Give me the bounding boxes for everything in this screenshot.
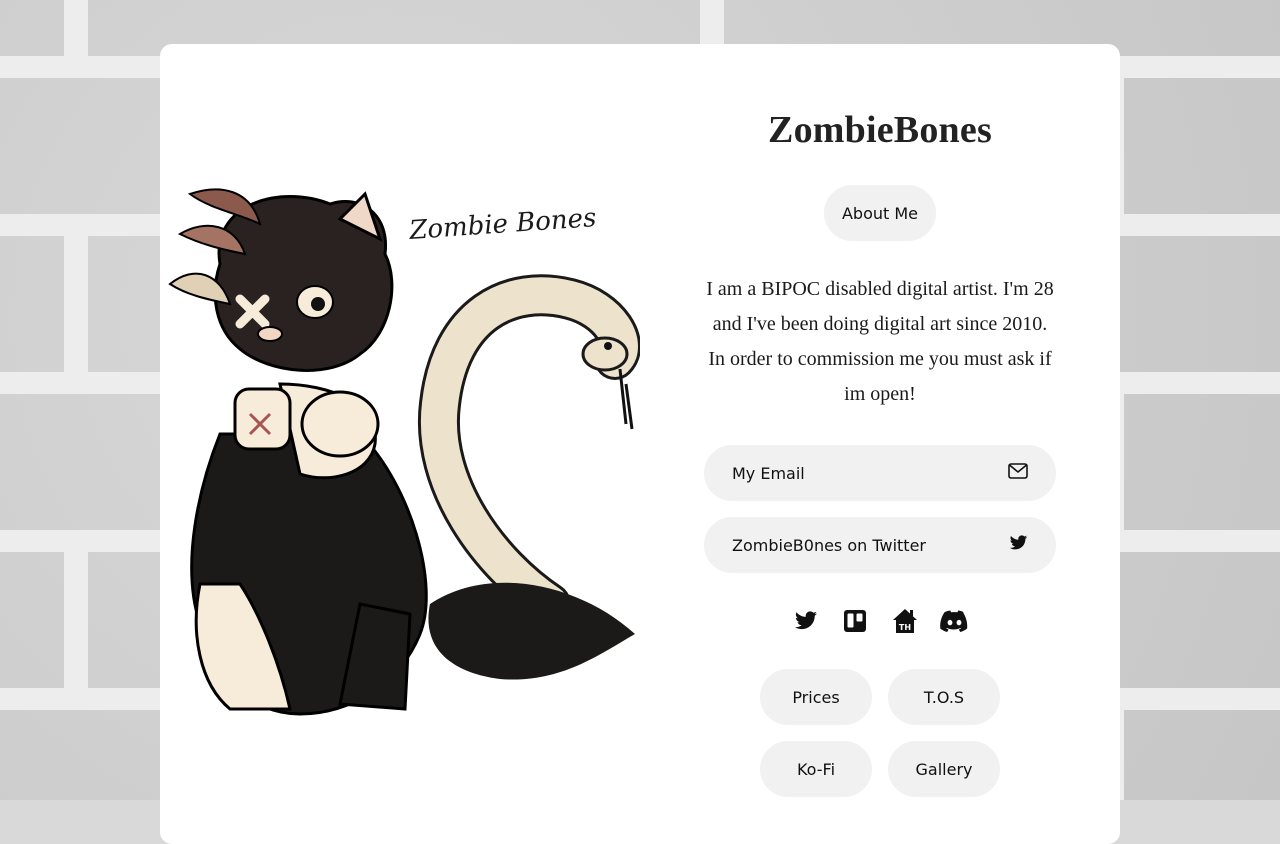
social-icons-row: TH — [792, 607, 968, 635]
twitter-link-button[interactable]: ZombieB0nes on Twitter — [704, 517, 1056, 573]
toyhouse-icon[interactable]: TH — [891, 607, 919, 635]
profile-card: Zombie Bones ZombieBones About Me I am a… — [160, 44, 1120, 844]
artwork-signature: Zombie Bones — [407, 203, 597, 246]
discord-icon[interactable] — [940, 607, 968, 635]
about-me-button[interactable]: About Me — [824, 185, 936, 241]
profile-artwork: Zombie Bones — [168, 188, 640, 716]
kofi-button[interactable]: Ko-Fi — [760, 741, 872, 797]
prices-button[interactable]: Prices — [760, 669, 872, 725]
twitter-link-label: ZombieB0nes on Twitter — [732, 535, 926, 555]
profile-name: ZombieBones — [768, 109, 992, 151]
email-link-label: My Email — [732, 463, 805, 483]
trello-icon[interactable] — [841, 607, 869, 635]
gallery-button[interactable]: Gallery — [888, 741, 1000, 797]
tos-button[interactable]: T.O.S — [888, 669, 1000, 725]
profile-bio: I am a BIPOC disabled digital artist. I'… — [706, 278, 1054, 405]
svg-text:TH: TH — [899, 623, 911, 632]
email-link-button[interactable]: My Email — [704, 445, 1056, 501]
mail-icon — [1008, 463, 1028, 483]
twitter-icon[interactable] — [792, 607, 820, 635]
twitter-icon — [1009, 535, 1028, 555]
